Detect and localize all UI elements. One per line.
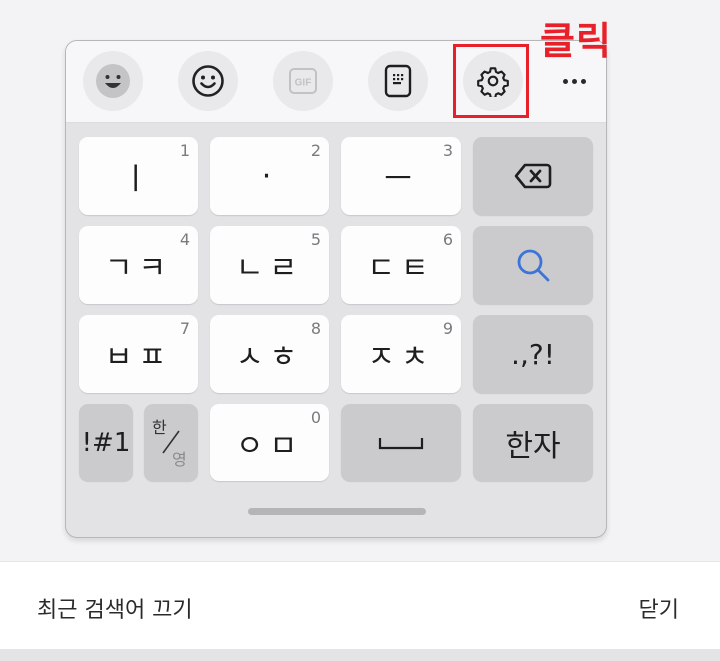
key-dot[interactable]: 2 ·	[210, 137, 329, 215]
hanja-key[interactable]: 한자	[473, 404, 593, 481]
backspace-icon	[514, 163, 552, 189]
key-number: 0	[310, 408, 321, 427]
disable-recent-searches-button[interactable]: 최근 검색어 끄기	[37, 592, 193, 624]
smile-outline-icon	[192, 65, 224, 97]
key-number: 8	[310, 319, 321, 338]
key-label: ㅡ	[384, 162, 418, 197]
backspace-key[interactable]	[473, 137, 593, 215]
key-number: 3	[442, 141, 453, 160]
keypad-icon	[384, 64, 412, 98]
language-toggle-key[interactable]: 한 영	[144, 404, 198, 481]
key-label: .,?!	[511, 337, 555, 371]
search-icon	[517, 249, 550, 282]
key-j-ch[interactable]: 9 ㅈㅊ	[341, 315, 461, 393]
symbols-key[interactable]: !#1	[79, 404, 133, 481]
filled-smile-icon	[96, 64, 130, 98]
key-number: 9	[442, 319, 453, 338]
key-label: ㄷㅌ	[367, 251, 435, 286]
more-dots-icon	[561, 78, 588, 84]
key-label: ㄱㅋ	[104, 251, 173, 286]
emoji-sticker-button[interactable]	[83, 51, 143, 111]
key-ng-m[interactable]: 0 ㅇㅁ	[210, 404, 329, 481]
keypad-mode-button[interactable]	[368, 51, 428, 111]
bottom-bar: 최근 검색어 끄기 닫기	[0, 561, 720, 649]
svg-text:GIF: GIF	[295, 78, 312, 89]
key-eu[interactable]: 3 ㅡ	[341, 137, 461, 215]
keyboard-resize-handle[interactable]	[248, 508, 426, 515]
key-n-r[interactable]: 5 ㄴㄹ	[210, 226, 329, 304]
click-annotation: 클릭	[540, 19, 612, 63]
space-icon	[378, 437, 424, 449]
key-b-p[interactable]: 7 ㅂㅍ	[79, 315, 198, 393]
key-g-k[interactable]: 4 ㄱㅋ	[79, 226, 198, 304]
key-number: 2	[310, 141, 321, 160]
key-label: ㅇㅁ	[235, 428, 304, 464]
key-s-h[interactable]: 8 ㅅㅎ	[210, 315, 329, 393]
key-label: ㅂㅍ	[104, 340, 173, 375]
search-key[interactable]	[473, 226, 593, 304]
key-label-bottom: 영	[172, 450, 187, 469]
key-label: ·	[261, 158, 278, 194]
click-highlight-box	[453, 44, 529, 118]
key-number: 4	[179, 230, 190, 249]
key-number: 1	[179, 141, 190, 160]
close-button[interactable]: 닫기	[639, 592, 679, 624]
key-label: ㅣ	[121, 162, 156, 197]
bottom-strip	[0, 649, 720, 661]
key-number: 6	[442, 230, 453, 249]
key-d-t[interactable]: 6 ㄷㅌ	[341, 226, 461, 304]
punctuation-key[interactable]: .,?!	[473, 315, 593, 393]
gif-button[interactable]: GIF	[273, 51, 333, 111]
key-i[interactable]: 1 ㅣ	[79, 137, 198, 215]
key-label: ㄴㄹ	[235, 251, 304, 286]
key-number: 7	[179, 319, 190, 338]
gif-icon: GIF	[289, 68, 317, 94]
key-label: !#1	[81, 427, 131, 458]
space-key[interactable]	[341, 404, 461, 481]
key-label: ㅅㅎ	[235, 340, 304, 375]
emoji-button[interactable]	[178, 51, 238, 111]
key-number: 5	[310, 230, 321, 249]
key-label: ㅈㅊ	[367, 340, 435, 375]
key-label: 한자	[505, 428, 561, 464]
